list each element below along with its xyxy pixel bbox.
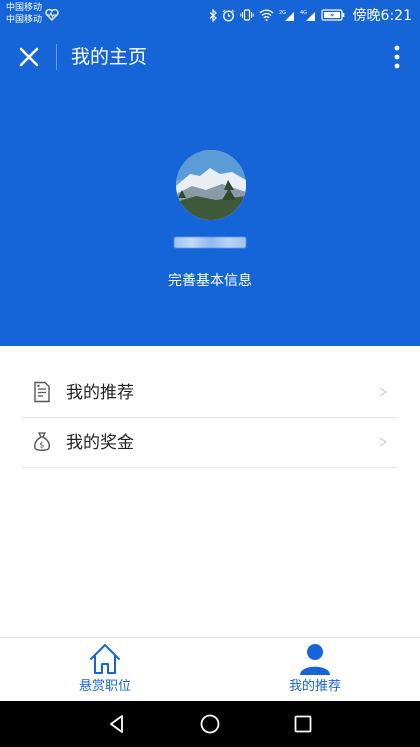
signal-2g-icon: 2G [279,9,295,22]
alarm-icon [222,9,235,22]
svg-text:4G: 4G [300,10,307,16]
close-icon [19,47,39,67]
recent-square-icon[interactable] [292,713,314,735]
signal-4g-icon: 4G [300,9,316,22]
tab-label: 悬赏职位 [78,679,131,694]
username-blurred [174,237,246,248]
menu-item-label: 我的推荐 [66,383,134,403]
header-divider [56,44,57,70]
chevron-right-icon [378,382,388,402]
tab-my-referrals[interactable]: 我的推荐 [210,638,420,701]
menu-item-my-referrals[interactable]: 我的推荐 [22,368,398,418]
person-icon [298,642,332,676]
page-title: 我的主页 [71,46,148,68]
wifi-icon [259,9,274,21]
battery-charging-icon [320,9,345,21]
carrier-label-1: 中国移动 [6,3,43,13]
system-nav-bar [0,701,420,747]
menu-item-my-bonus[interactable]: $ 我的奖金 [22,418,398,468]
profile-menu-list: 我的推荐 $ 我的奖金 [22,368,398,468]
status-icons: 2G 4G 傍晚6:21 [209,5,412,25]
vibrate-icon [239,9,254,21]
complete-info-link[interactable]: 完善基本信息 [0,271,420,291]
menu-item-label: 我的奖金 [66,433,134,453]
chevron-right-icon [378,432,388,452]
avatar[interactable] [176,150,246,220]
back-triangle-icon[interactable] [106,713,128,735]
clock-time: 傍晚6:21 [352,8,412,24]
bottom-tab-bar: 悬赏职位 我的推荐 [0,637,420,701]
home-icon [88,642,122,676]
carrier-label-2: 中国移动 [6,15,43,25]
money-bag-icon: $ [32,431,52,453]
profile-header: 我的主页 完善基本信息 [0,30,420,346]
more-vertical-icon [394,45,400,69]
tab-bounty-jobs[interactable]: 悬赏职位 [0,638,210,701]
svg-text:$: $ [39,441,44,450]
status-bar: 中国移动 中国移动 2G 4G 傍晚6:21 [0,0,420,30]
heart-pulse-icon [45,6,59,25]
svg-text:2G: 2G [279,10,286,16]
bluetooth-icon [209,8,217,22]
more-button[interactable] [392,43,402,71]
close-button[interactable] [16,44,42,70]
tab-label: 我的推荐 [288,679,341,694]
document-list-icon [32,381,52,403]
home-circle-icon[interactable] [199,713,221,735]
avatar-photo [176,150,246,220]
